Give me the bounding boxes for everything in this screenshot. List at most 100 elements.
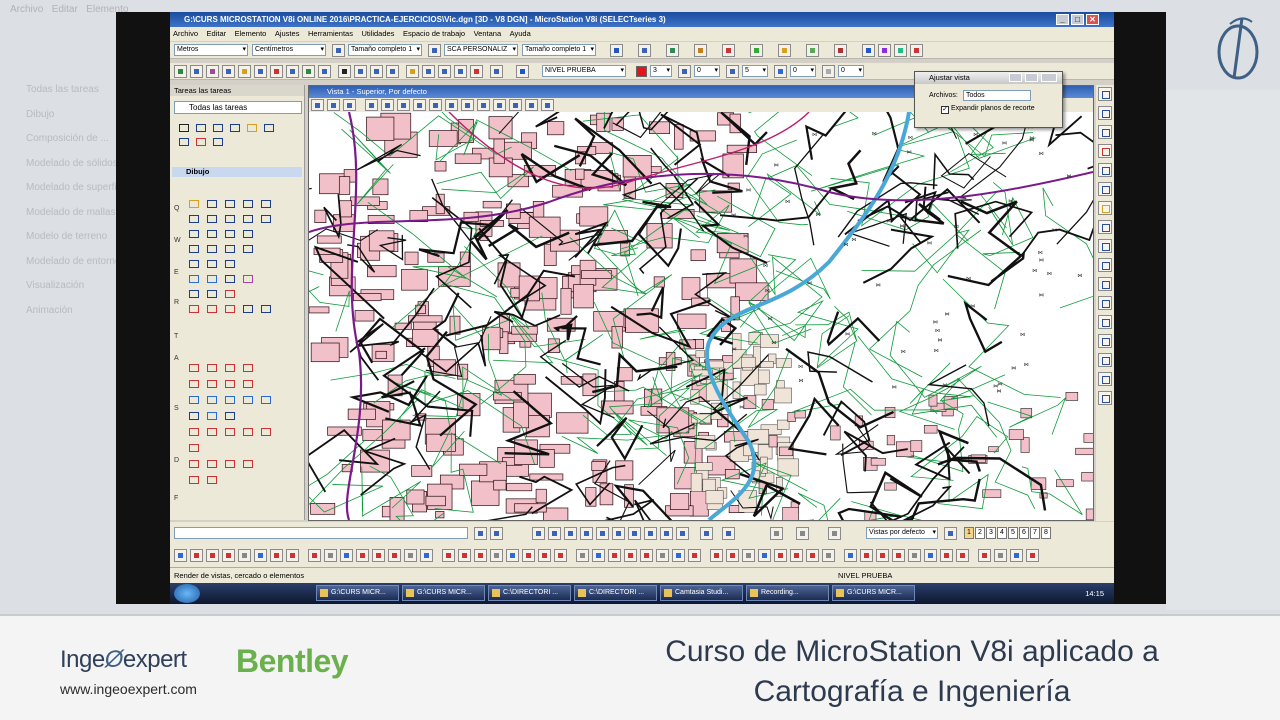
draw-section-header[interactable]: Dibujo bbox=[172, 167, 302, 177]
menu-editar[interactable]: Editar bbox=[204, 27, 230, 41]
delete-x-icon[interactable] bbox=[193, 135, 209, 148]
frame-icon[interactable] bbox=[222, 457, 238, 470]
display-style-icon[interactable] bbox=[327, 99, 340, 111]
dimension-style-icon[interactable] bbox=[428, 44, 441, 57]
dimension-icon[interactable] bbox=[258, 425, 274, 438]
polygon-icon[interactable] bbox=[204, 227, 220, 240]
tool-icon[interactable] bbox=[370, 65, 383, 78]
delete-x-icon[interactable] bbox=[1098, 315, 1112, 329]
levels-display-icon[interactable] bbox=[750, 44, 763, 57]
dimension-tool-icon[interactable] bbox=[190, 549, 203, 562]
dialog-maximize-button[interactable] bbox=[1025, 73, 1038, 82]
tool-icon[interactable] bbox=[532, 527, 545, 540]
dimension-tool-icon[interactable] bbox=[554, 549, 567, 562]
arrow-icon[interactable] bbox=[186, 409, 202, 422]
dimension-tool-icon[interactable] bbox=[956, 549, 969, 562]
text-a-icon[interactable] bbox=[240, 377, 256, 390]
dimension-tool-icon[interactable] bbox=[442, 549, 455, 562]
settings-icon[interactable] bbox=[343, 99, 356, 111]
dimension-tool-icon[interactable] bbox=[1026, 549, 1039, 562]
dimension-tool-icon[interactable] bbox=[908, 549, 921, 562]
arc-icon[interactable] bbox=[222, 242, 238, 255]
text-spell-icon[interactable] bbox=[240, 302, 256, 315]
dimension-tool-icon[interactable] bbox=[608, 549, 621, 562]
spark-icon[interactable] bbox=[240, 393, 256, 406]
dimension-tool-icon[interactable] bbox=[790, 549, 803, 562]
tool-icon[interactable] bbox=[302, 65, 315, 78]
menu-espacio-de-trabajo[interactable]: Espacio de trabajo bbox=[400, 27, 468, 41]
dimension-tool-icon[interactable] bbox=[624, 549, 637, 562]
dimension-tool-icon[interactable] bbox=[672, 549, 685, 562]
text-icon[interactable] bbox=[186, 302, 202, 315]
line-weight-select[interactable]: 0 bbox=[694, 65, 720, 77]
tool-icon[interactable] bbox=[1098, 372, 1112, 386]
view-tab-6[interactable]: 6 bbox=[1019, 527, 1029, 539]
tool-icon[interactable] bbox=[644, 527, 657, 540]
tool-icon[interactable] bbox=[1098, 353, 1112, 367]
taskbar-item[interactable]: Camtasia Studi... bbox=[660, 585, 743, 601]
frame-icon[interactable] bbox=[240, 457, 256, 470]
tool-icon[interactable] bbox=[548, 527, 561, 540]
select-arrow-icon[interactable] bbox=[176, 121, 192, 134]
delete-x-icon[interactable] bbox=[1098, 144, 1112, 158]
target-icon[interactable] bbox=[1098, 258, 1112, 272]
active-color-swatch[interactable] bbox=[636, 66, 647, 77]
angle-icon[interactable] bbox=[222, 212, 238, 225]
dimension-tool-icon[interactable] bbox=[844, 549, 857, 562]
hatch-icon[interactable] bbox=[222, 272, 238, 285]
accudraw-icon[interactable] bbox=[834, 44, 847, 57]
dimension-tool-icon[interactable] bbox=[774, 549, 787, 562]
dimension-tool-icon[interactable] bbox=[758, 549, 771, 562]
multiline-size-select[interactable]: Tamaño completo 1 bbox=[522, 44, 596, 56]
view-tab-7[interactable]: 7 bbox=[1030, 527, 1040, 539]
spark-icon[interactable] bbox=[204, 409, 220, 422]
dimension-tool-icon[interactable] bbox=[340, 549, 353, 562]
menu-ventana[interactable]: Ventana bbox=[471, 27, 505, 41]
tool-icon[interactable] bbox=[438, 65, 451, 78]
cell-icon[interactable] bbox=[186, 272, 202, 285]
view-icon[interactable] bbox=[261, 121, 277, 134]
tool-icon[interactable] bbox=[1098, 106, 1112, 120]
dimension-tool-icon[interactable] bbox=[994, 549, 1007, 562]
dimension-tool-icon[interactable] bbox=[726, 549, 739, 562]
menu-archivo[interactable]: Archivo bbox=[170, 27, 201, 41]
dimension-tool-icon[interactable] bbox=[356, 549, 369, 562]
frame-icon[interactable] bbox=[186, 473, 202, 486]
taskbar-item[interactable]: Recording... bbox=[746, 585, 829, 601]
taskbar-item[interactable]: C:\DIRECTORI ... bbox=[488, 585, 571, 601]
dimension-icon[interactable] bbox=[240, 425, 256, 438]
text-c-icon[interactable] bbox=[258, 302, 274, 315]
info-icon[interactable] bbox=[862, 44, 875, 57]
group-icon[interactable] bbox=[210, 135, 226, 148]
dialog-close-button[interactable] bbox=[1041, 73, 1057, 82]
dimension-style-select[interactable]: SCA PERSONALIZ bbox=[444, 44, 518, 56]
tool-icon[interactable] bbox=[1098, 87, 1112, 101]
spark-icon[interactable] bbox=[1098, 277, 1112, 291]
dimension-tool-icon[interactable] bbox=[822, 549, 835, 562]
views-icon[interactable] bbox=[944, 527, 957, 540]
menu-elemento[interactable]: Elemento bbox=[232, 27, 270, 41]
tool-icon[interactable] bbox=[1098, 296, 1112, 310]
menu-herramientas[interactable]: Herramientas bbox=[305, 27, 356, 41]
tool-icon[interactable] bbox=[238, 65, 251, 78]
dimension-tool-icon[interactable] bbox=[372, 549, 385, 562]
tool-icon[interactable] bbox=[454, 65, 467, 78]
tool-icon[interactable] bbox=[254, 65, 267, 78]
sub-units-select[interactable]: Centímetros bbox=[252, 44, 326, 56]
wave-icon[interactable] bbox=[204, 212, 220, 225]
fence-clip-icon[interactable] bbox=[176, 135, 192, 148]
taskbar-item[interactable]: G:\CURS MICR... bbox=[316, 585, 399, 601]
text-edit-icon[interactable] bbox=[204, 302, 220, 315]
status-level[interactable]: NIVEL PRUEBA bbox=[838, 568, 892, 584]
dimension-icon[interactable] bbox=[186, 441, 202, 454]
models-icon[interactable] bbox=[694, 44, 707, 57]
spark-icon[interactable] bbox=[258, 393, 274, 406]
zoom-in-icon[interactable] bbox=[365, 99, 378, 111]
curve-icon[interactable] bbox=[186, 212, 202, 225]
view-next-icon[interactable] bbox=[477, 99, 490, 111]
master-units-select[interactable]: Metros bbox=[174, 44, 248, 56]
files-select[interactable]: Todos bbox=[963, 90, 1031, 101]
view-tab-4[interactable]: 4 bbox=[997, 527, 1007, 539]
dimension-tool-icon[interactable] bbox=[404, 549, 417, 562]
cross-icon[interactable] bbox=[240, 197, 256, 210]
